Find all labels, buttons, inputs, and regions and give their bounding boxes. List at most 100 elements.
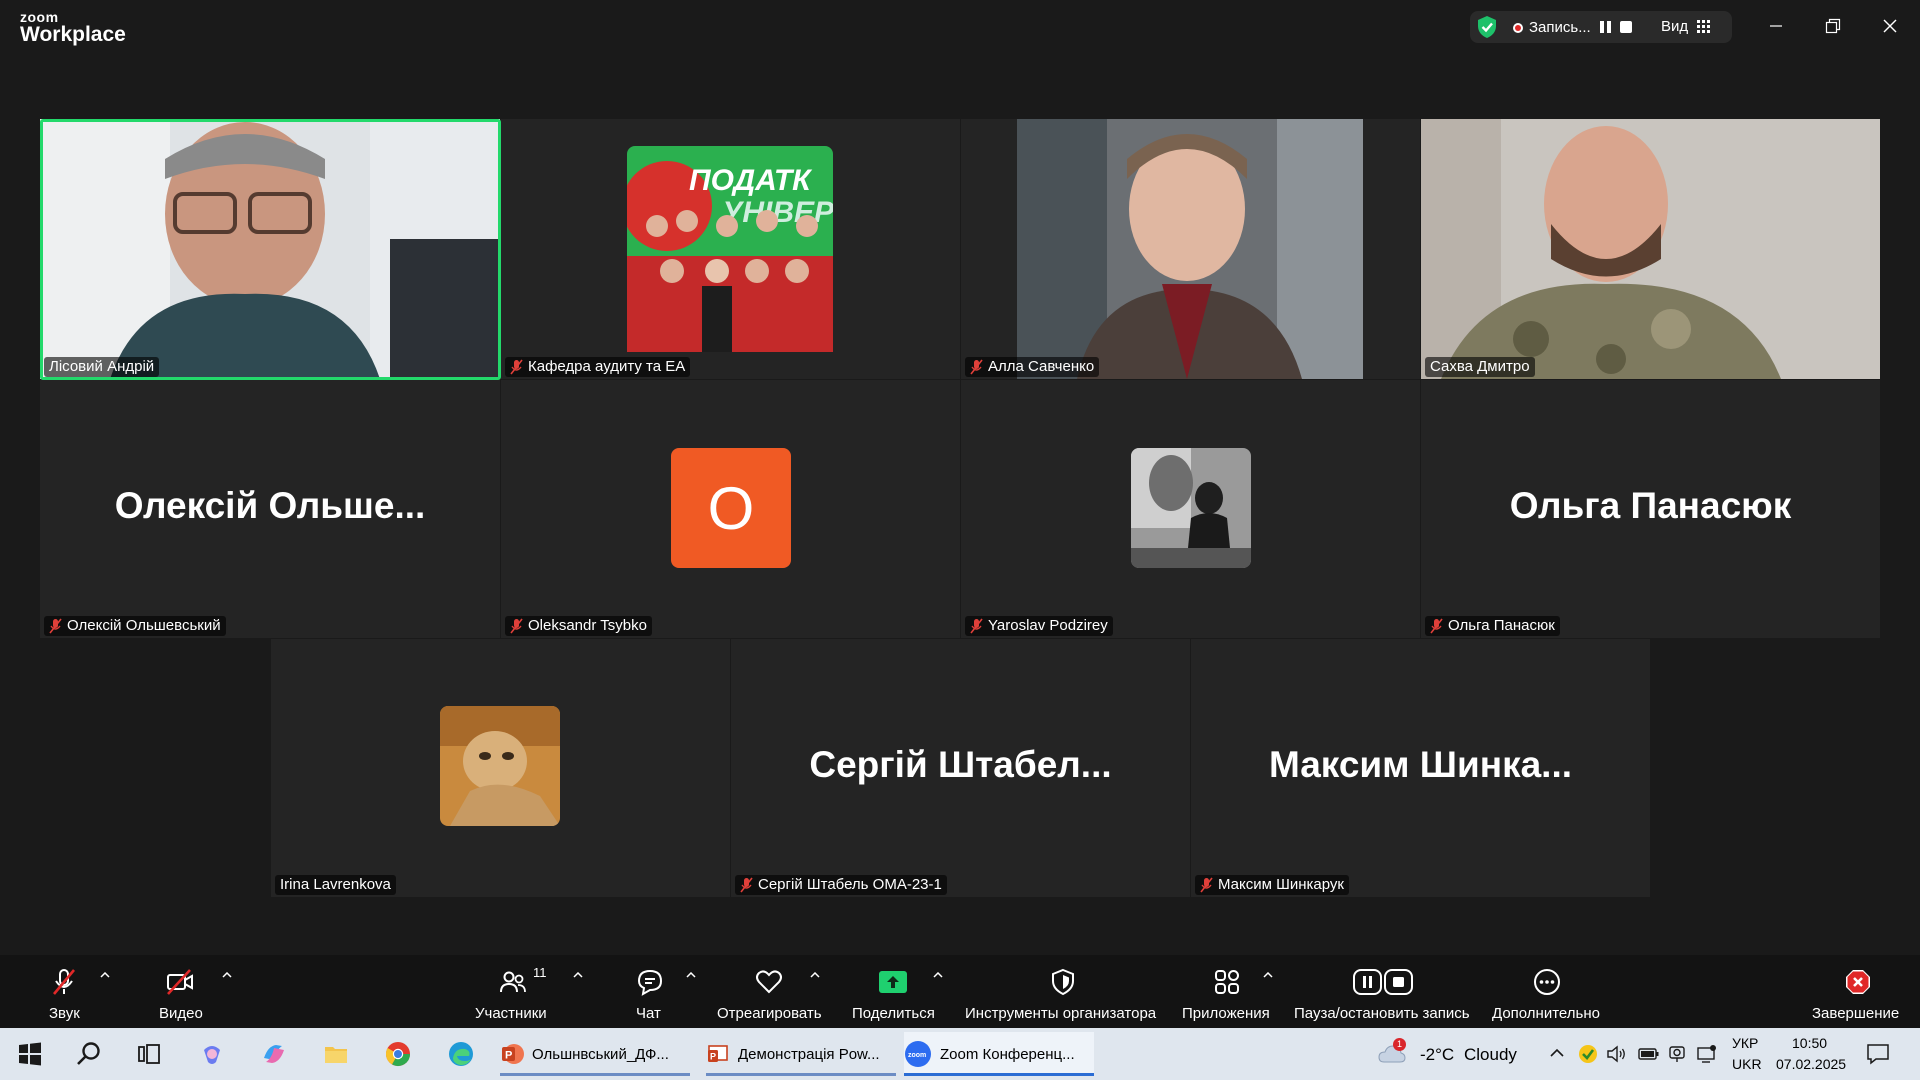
clock-time[interactable]: 10:50: [1792, 1035, 1827, 1051]
chevron-up-icon[interactable]: [1263, 972, 1273, 978]
chevron-up-icon[interactable]: [573, 972, 583, 978]
chevron-up-icon[interactable]: [1550, 1048, 1564, 1058]
grid-view-icon[interactable]: [1697, 20, 1710, 33]
svg-text:P: P: [505, 1050, 512, 1062]
apps-button[interactable]: Приложения: [1180, 955, 1275, 1028]
close-icon: [1883, 19, 1897, 33]
chevron-up-icon[interactable]: [933, 972, 943, 978]
taskbar-app-label: Демонстрація Pow...: [738, 1045, 880, 1063]
minimize-button[interactable]: [1756, 10, 1796, 42]
participant-name-tag: Сергій Штабель ОМА-23-1: [735, 875, 947, 895]
copilot-icon[interactable]: [198, 1040, 226, 1068]
windows-start-icon[interactable]: [16, 1040, 44, 1068]
participants-button[interactable]: 11 Участники: [470, 955, 554, 1028]
weather-description[interactable]: Cloudy: [1464, 1045, 1517, 1065]
host-tools-button[interactable]: Инструменты организатора: [963, 955, 1163, 1028]
mic-muted-icon: [970, 618, 983, 634]
language-top[interactable]: УКР: [1732, 1035, 1758, 1051]
recording-stop-icon[interactable]: [1620, 21, 1632, 33]
language-bottom[interactable]: UKR: [1732, 1056, 1762, 1072]
more-icon: [1534, 969, 1560, 995]
participant-name-tag: Oleksandr Tsybko: [505, 616, 652, 636]
mic-muted-icon: [740, 877, 753, 893]
participant-name: Алла Савченко: [988, 358, 1095, 375]
chevron-up-icon[interactable]: [810, 972, 820, 978]
chevron-up-icon[interactable]: [686, 972, 696, 978]
participant-video: [1017, 119, 1363, 379]
react-button[interactable]: Отреагировать: [715, 955, 825, 1028]
participants-label: Участники: [475, 1005, 547, 1022]
network-icon[interactable]: [1696, 1044, 1718, 1064]
mic-muted-icon: [53, 969, 75, 995]
security-shield-icon[interactable]: [1476, 15, 1498, 39]
weather-temperature[interactable]: -2°C: [1420, 1045, 1454, 1065]
notifications-icon[interactable]: [1866, 1043, 1890, 1065]
shield-status-icon[interactable]: [1578, 1044, 1598, 1064]
view-button[interactable]: Вид: [1661, 18, 1688, 35]
participant-name: Yaroslav Podzirey: [988, 617, 1108, 634]
battery-icon[interactable]: [1638, 1046, 1660, 1062]
audio-button[interactable]: Звук: [40, 955, 90, 1028]
participant-name: Лісовий Андрій: [49, 358, 155, 375]
recording-pause-icon[interactable]: [1600, 21, 1611, 33]
tile-shtabel[interactable]: Сергій Штабел... Сергій Штабель ОМА-23-1: [731, 639, 1190, 897]
taskbar-app-zoom[interactable]: zoom Zoom Конференц...: [904, 1032, 1094, 1076]
edge-icon[interactable]: [447, 1040, 475, 1068]
participant-video: [1421, 119, 1880, 379]
chevron-up-icon[interactable]: [100, 972, 110, 978]
participant-name: Oleksandr Tsybko: [528, 617, 647, 634]
share-button[interactable]: Поделиться: [850, 955, 940, 1028]
clock-date[interactable]: 07.02.2025: [1776, 1056, 1846, 1072]
taskbar-app-powerpoint-slideshow[interactable]: P Демонстрація Pow...: [706, 1032, 896, 1076]
mic-muted-icon: [1200, 877, 1213, 893]
video-tile-savchenko[interactable]: Алла Савченко: [961, 119, 1420, 379]
taskbar-app-powerpoint-file[interactable]: P Ольшнвський_ДФ...: [500, 1032, 690, 1076]
camera-icon[interactable]: [1668, 1044, 1686, 1064]
pause-stop-recording-button[interactable]: Пауза/остановить запись: [1292, 955, 1477, 1028]
participant-display-name: Ольга Панасюк: [1509, 485, 1792, 526]
search-icon[interactable]: [75, 1040, 103, 1068]
participant-name-tag: Yaroslav Podzirey: [965, 616, 1113, 636]
participants-count: 11: [533, 965, 547, 980]
video-tile-sakhva[interactable]: Сахва Дмитро: [1421, 119, 1880, 379]
brand-big: Workplace: [20, 23, 126, 46]
restore-button[interactable]: [1813, 10, 1853, 42]
svg-text:ПОДАТК: ПОДАТК: [689, 164, 813, 197]
recording-label[interactable]: Запись...: [1529, 19, 1591, 36]
audio-label: Звук: [49, 1005, 80, 1022]
avatar: [440, 706, 560, 826]
video-tile-lisovyi[interactable]: Лісовий Андрій: [40, 119, 500, 379]
video-button[interactable]: Видео: [155, 955, 215, 1028]
participant-name-tag: Олексій Ольшевський: [44, 616, 226, 636]
participants-icon: [500, 971, 526, 993]
end-button[interactable]: Завершение: [1810, 955, 1905, 1028]
tile-panasiuk[interactable]: Ольга Панасюк Ольга Панасюк: [1421, 380, 1880, 638]
tile-lavrenkova[interactable]: Irina Lavrenkova: [271, 639, 730, 897]
chrome-icon[interactable]: [384, 1040, 412, 1068]
participant-name: Сахва Дмитро: [1430, 358, 1530, 375]
apps-icon: [1215, 970, 1239, 994]
avatar: [1131, 448, 1251, 568]
file-explorer-icon[interactable]: [322, 1040, 350, 1068]
tile-tsybko[interactable]: O Oleksandr Tsybko: [501, 380, 960, 638]
speaker-icon[interactable]: [1606, 1044, 1628, 1064]
chat-button[interactable]: Чат: [628, 955, 672, 1028]
copilot-app-icon[interactable]: [260, 1040, 288, 1068]
participant-name-tag: Кафедра аудиту та ЕА: [505, 357, 691, 377]
video-tile-kafedra[interactable]: ПОДАТК УНІВЕР Кафедра аудиту та ЕА: [501, 119, 960, 379]
tile-olshevskyi[interactable]: Олексій Ольше... Олексій Ольшевський: [40, 380, 500, 638]
close-button[interactable]: [1870, 10, 1910, 42]
participant-name: Irina Lavrenkova: [280, 876, 391, 893]
windows-taskbar: P Ольшнвський_ДФ... P Демонстрація Pow..…: [0, 1028, 1920, 1080]
pause-stop-recording-label: Пауза/остановить запись: [1294, 1005, 1470, 1022]
zoom-logo: zoom Workplace: [20, 10, 126, 46]
tile-shynkaruk[interactable]: Максим Шинка... Максим Шинкарук: [1191, 639, 1650, 897]
more-button[interactable]: Дополнительно: [1490, 955, 1605, 1028]
participant-name: Кафедра аудиту та ЕА: [528, 358, 686, 375]
mic-muted-icon: [510, 618, 523, 634]
chat-label: Чат: [636, 1005, 661, 1022]
tile-podzirey[interactable]: Yaroslav Podzirey: [961, 380, 1420, 638]
chevron-up-icon[interactable]: [222, 972, 232, 978]
powerpoint-icon: P: [502, 1044, 524, 1064]
task-view-icon[interactable]: [135, 1040, 163, 1068]
